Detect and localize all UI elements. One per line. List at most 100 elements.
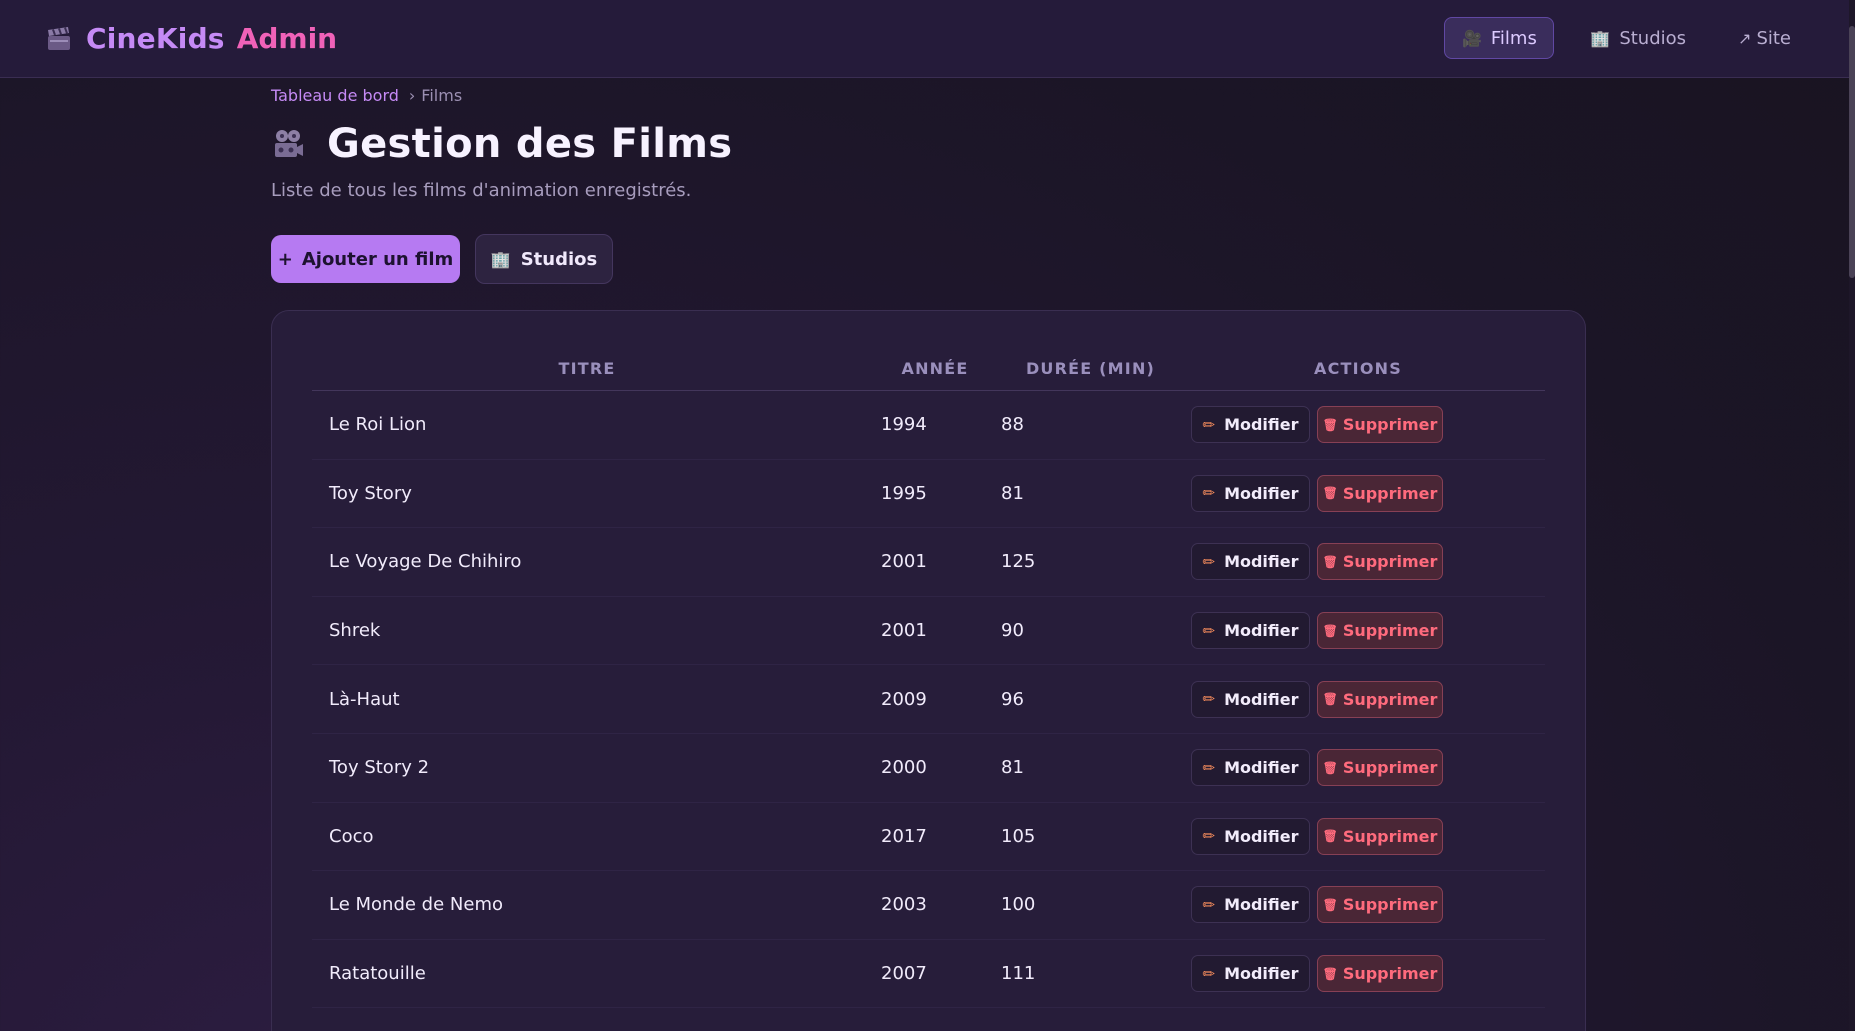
film-year-cell: 1994 xyxy=(881,414,927,436)
film-title-cell: Le Voyage De Chihiro xyxy=(329,551,522,573)
film-duration-cell: 81 xyxy=(1001,757,1024,779)
table-header: TITRE ANNÉE DURÉE (MIN) ACTIONS xyxy=(312,333,1545,391)
edit-button[interactable]: ✏ Modifier xyxy=(1191,886,1310,924)
pencil-icon: ✏ xyxy=(1202,895,1216,914)
film-duration-cell: 111 xyxy=(1001,963,1036,985)
pencil-icon: ✏ xyxy=(1202,484,1216,503)
trash-icon: 🗑 xyxy=(1322,486,1338,501)
delete-button[interactable]: 🗑 Supprimer xyxy=(1317,749,1443,787)
film-year-cell: 2001 xyxy=(881,551,927,573)
film-title-cell: Ratatouille xyxy=(329,963,426,985)
table-row: Ratatouille 2007 111 ✏ Modifier 🗑 Suppri… xyxy=(312,940,1545,1009)
edit-button-label: Modifier xyxy=(1224,621,1299,641)
table-row: Shrek 2001 90 ✏ Modifier 🗑 Supprimer xyxy=(312,597,1545,666)
row-actions: ✏ Modifier 🗑 Supprimer xyxy=(1191,543,1443,581)
edit-button-label: Modifier xyxy=(1224,964,1299,984)
page-actions: + Ajouter un film 🏢 Studios xyxy=(271,234,1586,284)
edit-button[interactable]: ✏ Modifier xyxy=(1191,680,1310,718)
column-header-actions: ACTIONS xyxy=(1314,359,1402,378)
breadcrumb-link-dashboard[interactable]: Tableau de bord xyxy=(271,86,399,105)
delete-button-label: Supprimer xyxy=(1342,964,1438,984)
edit-button-label: Modifier xyxy=(1224,415,1299,435)
table-row: Le Roi Lion 1994 88 ✏ Modifier 🗑 Supprim… xyxy=(312,391,1545,460)
film-duration-cell: 100 xyxy=(1001,894,1036,916)
delete-button-label: Supprimer xyxy=(1342,621,1438,641)
nav-item-label: Films xyxy=(1490,27,1537,49)
film-projector-icon: 🎥 xyxy=(1461,28,1482,48)
delete-button[interactable]: 🗑 Supprimer xyxy=(1317,886,1443,924)
main-nav: 🎥 Films 🏢 Studios ↗ Site xyxy=(1436,17,1849,59)
pencil-icon: ✏ xyxy=(1202,964,1216,983)
film-duration-cell: 96 xyxy=(1001,688,1024,710)
edit-button-label: Modifier xyxy=(1224,826,1299,846)
row-actions: ✏ Modifier 🗑 Supprimer xyxy=(1191,612,1443,650)
column-header-duration[interactable]: DURÉE (MIN) xyxy=(1008,359,1173,378)
nav-item-films[interactable]: 🎥 Films xyxy=(1444,17,1555,59)
edit-button[interactable]: ✏ Modifier xyxy=(1191,543,1310,581)
main-content: Tableau de bord › Films Gestion des Film… xyxy=(271,78,1586,1031)
column-header-title[interactable]: TITRE xyxy=(312,359,862,378)
table-row: Coco 2017 105 ✏ Modifier 🗑 Supprimer xyxy=(312,803,1545,872)
trash-icon: 🗑 xyxy=(1322,897,1338,912)
edit-button[interactable]: ✏ Modifier xyxy=(1191,406,1310,444)
delete-button[interactable]: 🗑 Supprimer xyxy=(1317,680,1443,718)
table-row: Toy Story 1995 81 ✏ Modifier 🗑 Supprimer xyxy=(312,460,1545,529)
delete-button[interactable]: 🗑 Supprimer xyxy=(1317,612,1443,650)
row-actions: ✏ Modifier 🗑 Supprimer xyxy=(1191,680,1443,718)
trash-icon: 🗑 xyxy=(1322,692,1338,707)
top-navbar: CineKids Admin 🎥 Films 🏢 Studios ↗ Site xyxy=(0,0,1849,78)
add-film-button[interactable]: + Ajouter un film xyxy=(271,235,460,283)
studios-button-label: Studios xyxy=(520,248,598,270)
add-film-label: Ajouter un film xyxy=(301,248,454,270)
edit-button-label: Modifier xyxy=(1224,483,1299,503)
film-year-cell: 2000 xyxy=(881,757,927,779)
breadcrumb-separator: › xyxy=(408,86,416,105)
brand-admin-label: Admin xyxy=(236,22,338,55)
edit-button[interactable]: ✏ Modifier xyxy=(1191,474,1310,512)
films-table-card: TITRE ANNÉE DURÉE (MIN) ACTIONS Le Roi L… xyxy=(271,310,1586,1031)
film-duration-cell: 88 xyxy=(1001,414,1024,436)
pencil-icon: ✏ xyxy=(1202,758,1216,777)
table-row: Le Monde de Nemo 2003 100 ✏ Modifier 🗑 S… xyxy=(312,871,1545,940)
page-title: Gestion des Films xyxy=(327,121,733,167)
table-row: Toy Story 2 2000 81 ✏ Modifier 🗑 Supprim… xyxy=(312,734,1545,803)
scrollbar-thumb[interactable] xyxy=(1849,26,1855,278)
edit-button[interactable]: ✏ Modifier xyxy=(1191,749,1310,787)
nav-item-site[interactable]: ↗ Site xyxy=(1716,17,1813,59)
column-header-year[interactable]: ANNÉE xyxy=(862,359,1008,378)
clapperboard-icon xyxy=(46,26,72,52)
row-actions: ✏ Modifier 🗑 Supprimer xyxy=(1191,406,1443,444)
nav-item-label: Studios xyxy=(1619,27,1687,49)
film-duration-cell: 105 xyxy=(1001,825,1036,847)
film-year-cell: 1995 xyxy=(881,482,927,504)
brand-logo[interactable]: CineKids Admin xyxy=(46,22,337,55)
delete-button[interactable]: 🗑 Supprimer xyxy=(1317,543,1443,581)
row-actions: ✏ Modifier 🗑 Supprimer xyxy=(1191,474,1443,512)
film-title-cell: Le Roi Lion xyxy=(329,414,427,436)
breadcrumb-current: Films xyxy=(421,86,463,105)
delete-button[interactable]: 🗑 Supprimer xyxy=(1317,817,1443,855)
delete-button[interactable]: 🗑 Supprimer xyxy=(1317,474,1443,512)
film-duration-cell: 81 xyxy=(1001,482,1024,504)
film-title-cell: Coco xyxy=(329,825,374,847)
film-duration-cell: 125 xyxy=(1001,551,1036,573)
film-year-cell: 2007 xyxy=(881,963,927,985)
breadcrumb: Tableau de bord › Films xyxy=(271,86,1586,105)
edit-button[interactable]: ✏ Modifier xyxy=(1191,955,1310,993)
delete-button[interactable]: 🗑 Supprimer xyxy=(1317,406,1443,444)
nav-item-studios[interactable]: 🏢 Studios xyxy=(1568,17,1708,59)
film-year-cell: 2003 xyxy=(881,894,927,916)
pencil-icon: ✏ xyxy=(1202,415,1216,434)
delete-button[interactable]: 🗑 Supprimer xyxy=(1317,955,1443,993)
delete-button-label: Supprimer xyxy=(1342,826,1438,846)
studios-button[interactable]: 🏢 Studios xyxy=(475,234,613,284)
film-title-cell: Toy Story xyxy=(329,482,412,504)
film-title-cell: Shrek xyxy=(329,620,381,642)
edit-button-label: Modifier xyxy=(1224,689,1299,709)
page-scrollbar[interactable] xyxy=(1849,0,1855,1031)
film-year-cell: 2009 xyxy=(881,688,927,710)
edit-button[interactable]: ✏ Modifier xyxy=(1191,817,1310,855)
trash-icon: 🗑 xyxy=(1322,623,1338,638)
building-icon: 🏢 xyxy=(490,249,511,269)
edit-button[interactable]: ✏ Modifier xyxy=(1191,612,1310,650)
